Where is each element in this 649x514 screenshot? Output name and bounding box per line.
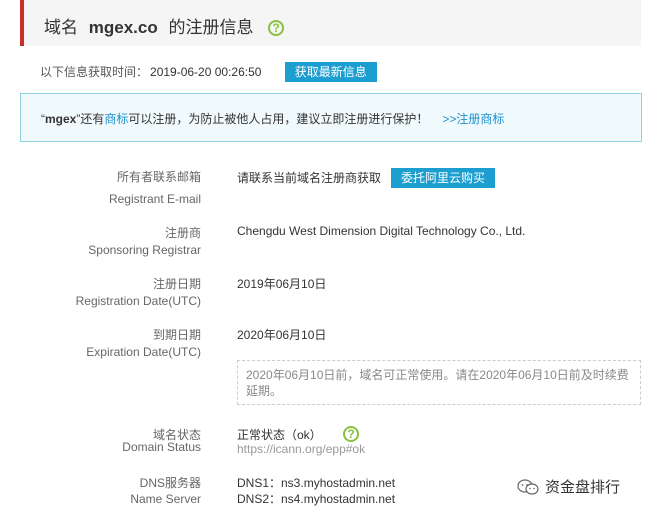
registrar-value: Chengdu West Dimension Digital Technolog… bbox=[237, 224, 526, 238]
dns1-value: DNS1：ns3.myhostadmin.net bbox=[237, 476, 396, 490]
page-title: 域名 mgex.co 的注册信息 ? bbox=[44, 13, 285, 38]
status-link[interactable]: https://icann.org/epp#ok bbox=[237, 442, 365, 456]
reg-date-value: 2019年06月10日 bbox=[237, 277, 327, 291]
exp-date-label-cn: 到期日期 bbox=[152, 328, 201, 342]
status-value-text: 正常状态（ok） bbox=[237, 428, 322, 442]
reg-date-label-en: Registration Date(UTC) bbox=[75, 294, 201, 308]
notice-text-1: 还有 bbox=[80, 112, 105, 126]
title-domain: mgex.co bbox=[88, 18, 158, 37]
notice-domain-name: mgex bbox=[45, 112, 77, 126]
fetch-time-row: 以下信息获取时间： 2019-06-20 00:26:50 获取最新信息 bbox=[40, 62, 377, 82]
trademark-notice: “mgex”还有商标可以注册，为防止被他人占用，建议立即注册进行保护！ >>注册商… bbox=[20, 93, 642, 142]
notice-text-2: 可以注册，为防止被他人占用，建议立即注册进行保护！ bbox=[128, 112, 429, 126]
aliyun-purchase-button[interactable]: 委托阿里云购买 bbox=[391, 168, 496, 188]
dns2-value: DNS2：ns4.myhostadmin.net bbox=[237, 492, 396, 506]
email-label-cn: 所有者联系邮箱 bbox=[116, 170, 201, 184]
dns-label-en: Name Server bbox=[130, 492, 201, 506]
status-label-en: Domain Status bbox=[122, 440, 201, 454]
page-header: 域名 mgex.co 的注册信息 ? bbox=[20, 0, 641, 46]
title-prefix: 域名 bbox=[44, 18, 78, 37]
wechat-icon bbox=[517, 479, 539, 495]
fetch-time-value: 2019-06-20 00:26:50 bbox=[150, 65, 262, 79]
help-icon[interactable]: ? bbox=[268, 20, 285, 36]
refresh-info-button[interactable]: 获取最新信息 bbox=[284, 62, 377, 82]
registrar-label-cn: 注册商 bbox=[164, 226, 201, 240]
email-label-en: Registrant E-mail bbox=[108, 192, 201, 206]
watermark: 资金盘排行 bbox=[517, 476, 620, 497]
status-value: 正常状态（ok） ? bbox=[237, 426, 360, 443]
dns-label-cn: DNS服务器 bbox=[139, 476, 201, 490]
renewal-note: 2020年06月10日前，域名可正常使用。请在2020年06月10日前及时续费延… bbox=[237, 360, 641, 405]
watermark-text: 资金盘排行 bbox=[545, 479, 621, 496]
registrar-label-en: Sponsoring Registrar bbox=[88, 243, 201, 257]
email-value: 请联系当前域名注册商获取 委托阿里云购买 bbox=[237, 168, 496, 188]
register-trademark-link[interactable]: >>注册商标 bbox=[442, 112, 504, 126]
email-value-text: 请联系当前域名注册商获取 bbox=[237, 171, 382, 185]
reg-date-label-cn: 注册日期 bbox=[152, 277, 201, 291]
exp-date-label-en: Expiration Date(UTC) bbox=[86, 345, 201, 359]
fetch-time-label: 以下信息获取时间： bbox=[40, 65, 149, 79]
exp-date-value: 2020年06月10日 bbox=[237, 328, 327, 342]
trademark-link[interactable]: 商标 bbox=[104, 112, 128, 126]
status-help-icon[interactable]: ? bbox=[343, 426, 360, 442]
title-suffix: 的注册信息 bbox=[168, 18, 254, 37]
